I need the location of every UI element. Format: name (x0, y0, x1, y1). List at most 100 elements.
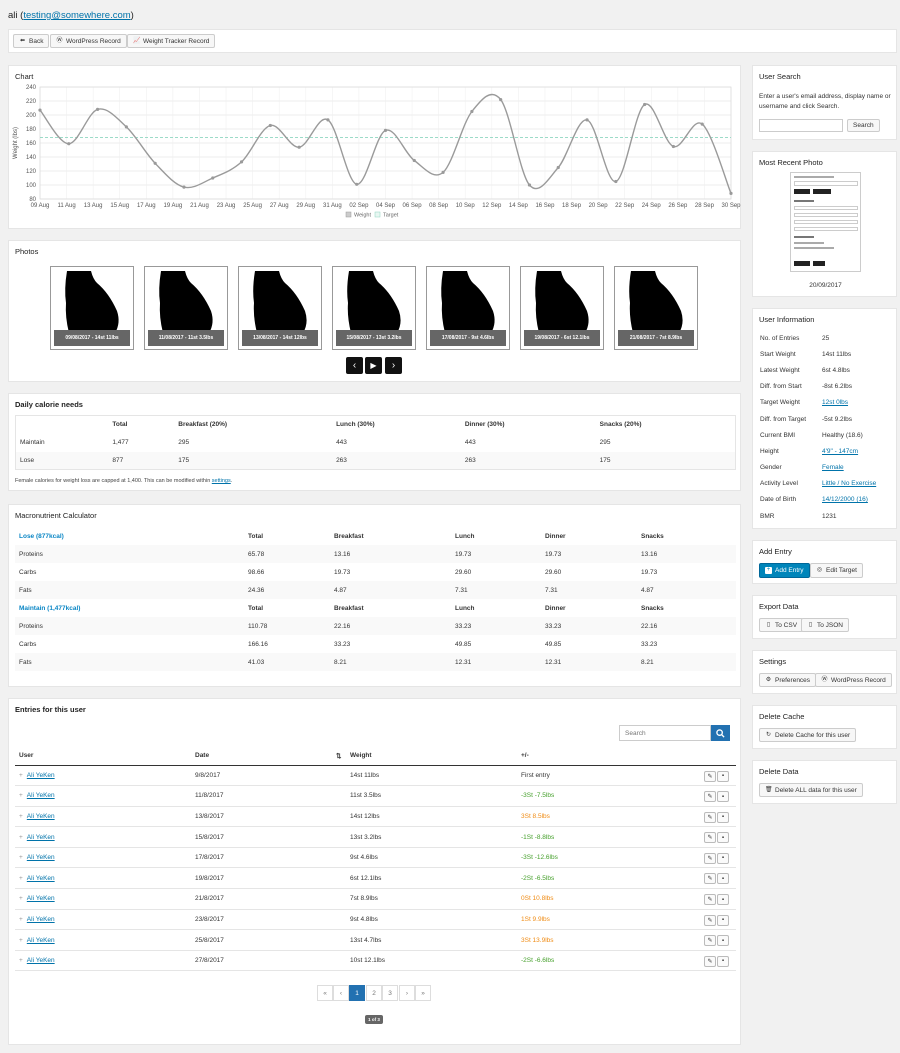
export-csv-button[interactable]: ▯ To CSV (759, 618, 804, 632)
delete-button[interactable]: ▪ (717, 914, 729, 926)
edit-button[interactable]: ✎ (704, 791, 716, 803)
user-link[interactable]: Ali YeKen (27, 792, 55, 799)
edit-button[interactable]: ✎ (704, 852, 716, 864)
x-tick-label: 11 Aug (57, 203, 75, 209)
trash-icon: ▪ (721, 896, 725, 903)
delete-button[interactable]: ▪ (717, 832, 729, 844)
photo-thumbnail[interactable]: 17/08/2017 - 9st 4.6lbs (426, 266, 510, 350)
edit-target-button[interactable]: ◎ Edit Target (810, 563, 863, 578)
col-date-header[interactable]: Date (191, 747, 332, 765)
page-1-button[interactable]: 1 (349, 985, 365, 1001)
edit-button[interactable]: ✎ (704, 811, 716, 823)
calorie-header: Total (112, 421, 128, 429)
x-tick-label: 15 Aug (110, 203, 129, 209)
user-link[interactable]: Ali YeKen (27, 957, 55, 964)
expand-icon[interactable]: + (19, 792, 23, 799)
photo-thumbnail[interactable]: 13/08/2017 - 14st 12lbs (238, 266, 322, 350)
delete-all-data-button[interactable]: 🗑 Delete ALL data for this user (759, 783, 863, 797)
delete-button[interactable]: ▪ (717, 894, 729, 906)
user-search-button[interactable]: Search (847, 119, 880, 132)
user-link[interactable]: Ali YeKen (27, 854, 55, 861)
recent-photo-thumbnail[interactable] (790, 172, 861, 272)
delete-button[interactable]: ▪ (717, 873, 729, 885)
last-page-button[interactable]: » (415, 985, 431, 1001)
expand-icon[interactable]: + (19, 834, 23, 841)
expand-icon[interactable]: + (19, 854, 23, 861)
edit-button[interactable]: ✎ (704, 832, 716, 844)
expand-icon[interactable]: + (19, 937, 23, 944)
export-json-button[interactable]: ▯ To JSON (801, 618, 850, 632)
user-link[interactable]: Ali YeKen (27, 772, 55, 779)
x-tick-label: 23 Aug (217, 203, 236, 209)
photo-thumbnail[interactable]: 11/08/2017 - 11st 3.5lbs (144, 266, 228, 350)
user-info-link[interactable]: 12st 0lbs (822, 399, 848, 406)
user-info-link[interactable]: 14/12/2000 (16) (822, 496, 868, 503)
edit-button[interactable]: ✎ (704, 894, 716, 906)
play-photo-button[interactable]: ▶ (365, 357, 382, 374)
col-user-header[interactable]: User (15, 747, 191, 765)
prev-photo-button[interactable]: ‹ (346, 357, 363, 374)
expand-icon[interactable]: + (19, 916, 23, 923)
entries-search-button[interactable] (711, 725, 730, 741)
delete-button[interactable]: ▪ (717, 852, 729, 864)
delete-button[interactable]: ▪ (717, 955, 729, 967)
sort-icon[interactable]: ⇅ (332, 747, 346, 765)
user-link[interactable]: Ali YeKen (27, 834, 55, 841)
expand-icon[interactable]: + (19, 895, 23, 902)
calorie-cell: 295 (599, 439, 611, 446)
user-info-link[interactable]: 4'9" - 147cm (822, 448, 858, 455)
col-weight-header[interactable]: Weight (346, 747, 517, 765)
user-link[interactable]: Ali YeKen (27, 875, 55, 882)
expand-icon[interactable]: + (19, 957, 23, 964)
x-tick-label: 20 Sep (589, 203, 609, 209)
chevron-right-icon: › (391, 360, 396, 371)
add-entry-panel: Add Entry + Add Entry ◎ Edit Target (752, 540, 897, 584)
add-entry-button[interactable]: + Add Entry (759, 563, 810, 578)
page-2-button[interactable]: 2 (366, 985, 382, 1001)
edit-button[interactable]: ✎ (704, 935, 716, 947)
delete-button[interactable]: ▪ (717, 935, 729, 947)
user-link[interactable]: Ali YeKen (27, 895, 55, 902)
calorie-cell: 1,477 (112, 439, 129, 446)
user-email-link[interactable]: testing@somewhere.com (23, 10, 130, 21)
delete-cache-button[interactable]: ↻ Delete Cache for this user (759, 728, 857, 742)
edit-button[interactable]: ✎ (704, 914, 716, 926)
delete-button[interactable]: ▪ (717, 791, 729, 803)
photo-thumbnail[interactable]: 19/08/2017 - 6st 12.1lbs (520, 266, 604, 350)
calorie-cell: Lose (20, 456, 35, 464)
x-tick-label: 31 Aug (323, 203, 342, 209)
photo-thumbnail[interactable]: 15/08/2017 - 13st 3.2lbs (332, 266, 416, 350)
user-search-input[interactable] (759, 119, 843, 132)
expand-icon[interactable]: + (19, 772, 23, 779)
user-link[interactable]: Ali YeKen (27, 813, 55, 820)
edit-button[interactable]: ✎ (704, 873, 716, 885)
photo-thumbnail[interactable]: 21/08/2017 - 7st 8.9lbs (614, 266, 698, 350)
photo-thumbnail[interactable]: 09/08/2017 - 14st 11lbs (50, 266, 134, 350)
preferences-button[interactable]: ⚙ Preferences (759, 673, 817, 687)
delete-button[interactable]: ▪ (717, 811, 729, 823)
col-diff-header[interactable]: +/- (517, 747, 700, 765)
user-link[interactable]: Ali YeKen (27, 937, 55, 944)
expand-icon[interactable]: + (19, 875, 23, 882)
expand-icon[interactable]: + (19, 813, 23, 820)
user-info-link[interactable]: Female (822, 464, 844, 471)
entries-search-input[interactable] (619, 725, 711, 741)
prev-page-button[interactable]: ‹ (333, 985, 349, 1001)
user-cell: + Ali YeKen (15, 909, 191, 930)
back-button[interactable]: ⬅ Back (13, 34, 50, 48)
edit-button[interactable]: ✎ (704, 955, 716, 967)
edit-button[interactable]: ✎ (704, 770, 716, 782)
weight-cell: 7st 8.9lbs (350, 895, 378, 903)
user-info-link[interactable]: Little / No Exercise (822, 480, 876, 487)
trash-icon: 🗑 (765, 786, 773, 793)
next-page-button[interactable]: › (399, 985, 415, 1001)
delete-button[interactable]: ▪ (717, 770, 729, 782)
page-3-button[interactable]: 3 (382, 985, 398, 1001)
settings-wordpress-record-button[interactable]: Ⓦ WordPress Record (815, 673, 892, 687)
next-photo-button[interactable]: › (385, 357, 402, 374)
wordpress-record-button[interactable]: Ⓦ WordPress Record (50, 34, 127, 48)
settings-link[interactable]: settings (212, 478, 231, 484)
weight-tracker-record-button[interactable]: 📈 Weight Tracker Record (127, 34, 216, 48)
user-link[interactable]: Ali YeKen (27, 916, 55, 923)
first-page-button[interactable]: « (317, 985, 333, 1001)
